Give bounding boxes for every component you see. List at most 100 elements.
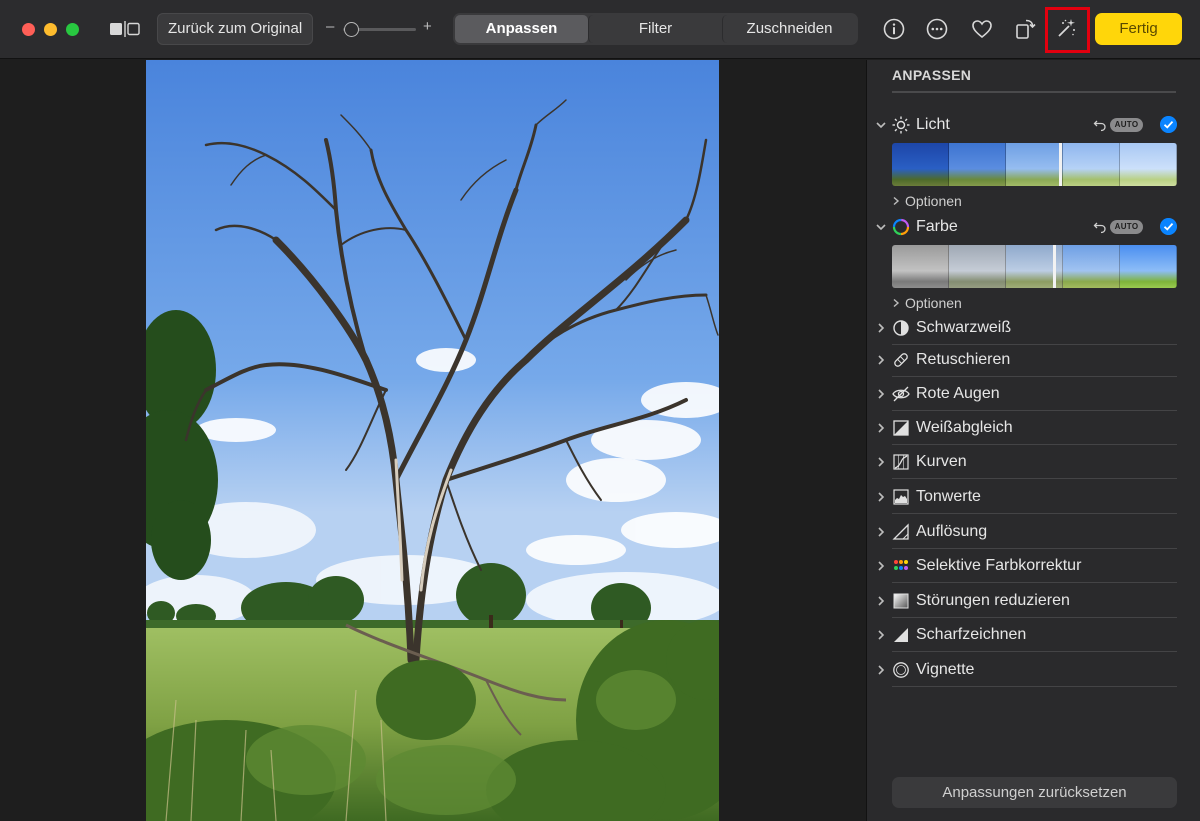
- thumbnail: [949, 245, 1006, 288]
- adjust-sidebar: ANPASSEN Licht AUTO Optionen Farbe AUTO …: [866, 60, 1200, 821]
- chevron-right-icon[interactable]: [875, 628, 887, 642]
- divider: [892, 686, 1177, 687]
- section-scharfzeichnen[interactable]: Scharfzeichnen: [875, 618, 1177, 652]
- thumbnail: [949, 143, 1006, 186]
- auto-enhance-highlight: [1045, 7, 1090, 53]
- licht-options-toggle[interactable]: Optionen: [891, 193, 962, 209]
- chevron-down-icon[interactable]: [875, 220, 887, 234]
- color-wheel-icon: [892, 218, 910, 236]
- section-label: Vignette: [916, 661, 975, 678]
- chevron-right-icon[interactable]: [875, 525, 887, 539]
- thumbnail: [892, 245, 949, 288]
- thumbnail: [1063, 143, 1120, 186]
- section-label: Rote Augen: [916, 385, 1000, 402]
- section-rote-augen[interactable]: Rote Augen: [875, 377, 1177, 411]
- window-minimize-button[interactable]: [44, 23, 57, 36]
- chevron-right-icon[interactable]: [875, 321, 887, 335]
- licht-options-label: Optionen: [905, 193, 962, 209]
- section-licht-label: Licht: [916, 116, 950, 133]
- info-icon[interactable]: [882, 17, 906, 41]
- chevron-down-icon[interactable]: [875, 118, 887, 132]
- curves-icon: [893, 454, 909, 470]
- section-label: Selektive Farbkorrektur: [916, 557, 1082, 574]
- toolbar: Zurück zum Original – + Anpassen Filter …: [0, 0, 1200, 59]
- chevron-right-icon[interactable]: [875, 594, 887, 608]
- chevron-right-icon[interactable]: [875, 421, 887, 435]
- split-view-icon[interactable]: [109, 21, 141, 37]
- reset-adjustments-button[interactable]: Anpassungen zurücksetzen: [892, 777, 1177, 808]
- farbe-slider-marker[interactable]: [1053, 245, 1056, 288]
- thumbnail: [1120, 143, 1177, 186]
- done-button[interactable]: Fertig: [1095, 13, 1182, 45]
- farbe-options-toggle[interactable]: Optionen: [891, 295, 962, 311]
- photo-canvas: [0, 60, 866, 821]
- thumbnail: [892, 143, 949, 186]
- chevron-right-icon: [893, 196, 900, 206]
- levels-icon: [893, 489, 909, 505]
- divider: [892, 513, 1177, 514]
- licht-thumbnail-strip[interactable]: [892, 143, 1177, 186]
- zoom-in-label: +: [423, 18, 432, 35]
- more-icon[interactable]: [925, 17, 949, 41]
- tab-anpassen[interactable]: Anpassen: [455, 15, 588, 43]
- chevron-right-icon[interactable]: [875, 353, 887, 367]
- heart-icon[interactable]: [970, 17, 994, 41]
- divider: [892, 478, 1177, 479]
- section-kurven[interactable]: Kurven: [875, 445, 1177, 479]
- checkmark-icon[interactable]: [1160, 218, 1177, 235]
- bandage-icon: [894, 353, 908, 367]
- color-dots-icon: [894, 560, 908, 570]
- section-aufloesung[interactable]: Auflösung: [875, 515, 1177, 549]
- undo-icon[interactable]: [1093, 118, 1107, 132]
- section-retuschieren[interactable]: Retuschieren: [875, 343, 1177, 377]
- tab-filter[interactable]: Filter: [588, 15, 722, 43]
- section-stoerungen-reduzieren[interactable]: Störungen reduzieren: [875, 584, 1177, 618]
- checkmark-icon[interactable]: [1160, 116, 1177, 133]
- chevron-right-icon: [893, 298, 900, 308]
- sharpen-icon: [894, 628, 908, 642]
- chevron-right-icon[interactable]: [875, 387, 887, 401]
- auto-button[interactable]: AUTO: [1110, 118, 1143, 132]
- section-farbe-header[interactable]: Farbe AUTO: [875, 217, 1177, 239]
- farbe-options-label: Optionen: [905, 295, 962, 311]
- tab-zuschneiden[interactable]: Zuschneiden: [722, 15, 856, 43]
- section-label: Tonwerte: [916, 488, 981, 505]
- section-tonwerte[interactable]: Tonwerte: [875, 480, 1177, 514]
- section-selektive-farbkorrektur[interactable]: Selektive Farbkorrektur: [875, 549, 1177, 583]
- zoom-out-label: –: [326, 18, 335, 35]
- thumbnail: [1120, 245, 1177, 288]
- auto-button[interactable]: AUTO: [1110, 220, 1143, 234]
- chevron-right-icon[interactable]: [875, 559, 887, 573]
- chevron-right-icon[interactable]: [875, 455, 887, 469]
- window-zoom-button[interactable]: [66, 23, 79, 36]
- section-label: Scharfzeichnen: [916, 626, 1027, 643]
- revert-to-original-button[interactable]: Zurück zum Original: [157, 13, 314, 45]
- edited-photo[interactable]: [146, 60, 719, 821]
- window-close-button[interactable]: [22, 23, 35, 36]
- section-label: Kurven: [916, 453, 967, 470]
- vignette-icon: [893, 662, 909, 678]
- zoom-slider-knob[interactable]: [344, 22, 359, 37]
- undo-icon[interactable]: [1093, 220, 1107, 234]
- farbe-thumbnail-strip[interactable]: [892, 245, 1177, 288]
- chevron-right-icon[interactable]: [875, 490, 887, 504]
- section-farbe-label: Farbe: [916, 218, 958, 235]
- definition-icon: [892, 523, 909, 540]
- section-schwarzweiss[interactable]: Schwarzweiß: [875, 311, 1177, 345]
- divider: [892, 582, 1177, 583]
- chevron-right-icon[interactable]: [875, 663, 887, 677]
- rotate-icon[interactable]: [1013, 17, 1037, 41]
- licht-slider-marker[interactable]: [1059, 143, 1062, 186]
- divider: [892, 91, 1176, 93]
- eye-icon: [892, 386, 910, 402]
- thumbnail: [1006, 143, 1063, 186]
- section-label: Retuschieren: [916, 351, 1011, 368]
- white-balance-icon: [893, 420, 909, 436]
- section-label: Auflösung: [916, 523, 988, 540]
- sun-icon: [892, 116, 910, 134]
- section-weissabgleich[interactable]: Weißabgleich: [875, 411, 1177, 445]
- section-vignette[interactable]: Vignette: [875, 653, 1177, 687]
- section-label: Störungen reduzieren: [916, 592, 1070, 609]
- section-licht-header[interactable]: Licht AUTO: [875, 115, 1177, 137]
- edit-mode-tabs: Anpassen Filter Zuschneiden: [453, 13, 858, 45]
